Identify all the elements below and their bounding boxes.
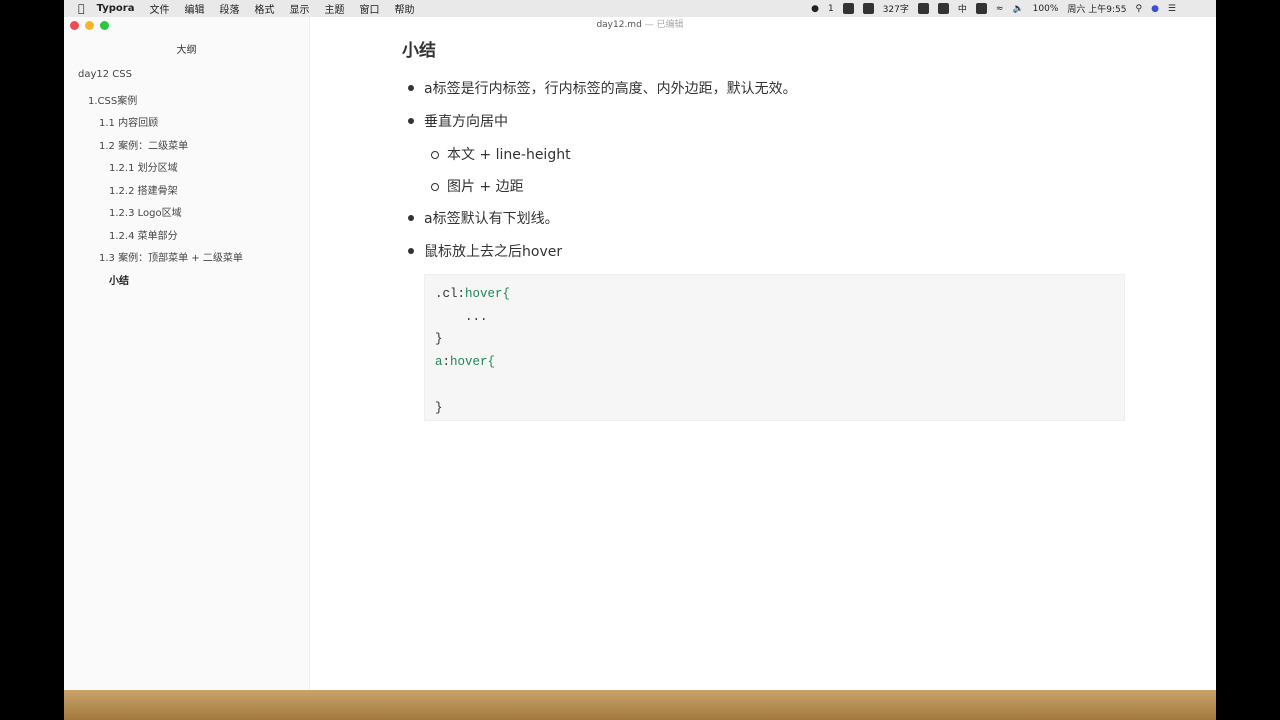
heading: 小结	[402, 41, 436, 61]
menu-file[interactable]: 文件	[149, 1, 169, 16]
menu-paragraph[interactable]: 段落	[219, 1, 239, 16]
outline-item[interactable]: 1.1 内容回顾	[99, 114, 158, 129]
outline-item[interactable]: 1.2.4 菜单部分	[109, 227, 178, 242]
menu-format[interactable]: 格式	[254, 1, 274, 16]
wechat-count: 1	[827, 3, 834, 14]
outline-item[interactable]: day12 CSS	[78, 69, 132, 80]
code-token: ...	[435, 309, 488, 324]
app-icon-2[interactable]	[862, 3, 874, 14]
code-token: }	[435, 400, 443, 415]
code-token: a	[435, 355, 443, 370]
code-token: }	[435, 332, 443, 347]
sub-list-item: 图片 + 边距	[431, 176, 524, 196]
outline-title: 大纲	[176, 45, 197, 56]
code-token: .cl:	[435, 287, 466, 301]
status-area: ● 1 327字 中 ≈ 🔈 100% 周六 上午9:55 ⚲ ● ☰	[811, 0, 1176, 17]
menu-bar:  Typora 文件 编辑 段落 格式 显示 主题 窗口 帮助 ● 1 327…	[64, 0, 1216, 17]
code-token: hover{	[450, 355, 496, 370]
volume-icon[interactable]: 🔈	[1012, 4, 1023, 14]
list-item: a标签是行内标签，行内标签的高度、内外边距，默认无效。	[408, 78, 797, 98]
datetime[interactable]: 周六 上午9:55	[1067, 2, 1126, 15]
zoom-button[interactable]	[100, 21, 109, 30]
apple-icon[interactable]: 	[78, 2, 85, 15]
close-button[interactable]	[70, 21, 79, 30]
outline-item[interactable]: 1.2.3 Logo区域	[109, 204, 182, 219]
editor[interactable]: 小结 a标签是行内标签，行内标签的高度、内外边距，默认无效。 垂直方向居中 本文…	[311, 17, 1216, 690]
wifi-icon[interactable]: ≈	[996, 4, 1004, 14]
outline-item[interactable]: 1.CSS案例	[88, 92, 137, 107]
outline-item[interactable]: 1.3 案例：顶部菜单 + 二级菜单	[99, 249, 243, 264]
menu-edit[interactable]: 编辑	[184, 1, 204, 16]
sub-list-item: 本文 + line-height	[431, 144, 571, 164]
code-block[interactable]: .cl:hover{ ... } a:hover{ }	[424, 274, 1125, 421]
notification-icon[interactable]: ☰	[1168, 4, 1176, 14]
wechat-icon[interactable]: ●	[811, 4, 819, 14]
outline-sidebar: 大纲 day12 CSS 1.CSS案例 1.1 内容回顾 1.2 案例：二级菜…	[64, 17, 310, 690]
list-item: 鼠标放上去之后hover	[407, 241, 562, 261]
outline-item[interactable]: 1.2.2 搭建骨架	[109, 182, 178, 197]
desktop-background	[64, 690, 1216, 720]
outline-item-active[interactable]: 小结	[109, 272, 129, 287]
mic-icon[interactable]	[937, 3, 949, 14]
siri-icon[interactable]: ●	[1151, 4, 1159, 14]
menu-view[interactable]: 显示	[289, 1, 309, 16]
outline-item[interactable]: 1.2.1 划分区域	[109, 159, 178, 174]
menu-theme[interactable]: 主题	[324, 1, 344, 16]
menu-help[interactable]: 帮助	[394, 1, 414, 16]
word-count[interactable]: 327字	[883, 2, 909, 15]
outline-item[interactable]: 1.2 案例：二级菜单	[99, 137, 188, 152]
emoji-icon[interactable]	[917, 3, 929, 14]
spotlight-icon[interactable]: ⚲	[1135, 4, 1142, 14]
menu-app[interactable]: Typora	[97, 3, 135, 14]
sogou-icon[interactable]	[975, 3, 987, 14]
code-token: :	[442, 355, 451, 370]
minimize-button[interactable]	[85, 21, 94, 30]
app-icon[interactable]	[842, 3, 854, 14]
typora-window: 大纲 day12 CSS 1.CSS案例 1.1 内容回顾 1.2 案例：二级菜…	[64, 17, 1216, 690]
list-item: a标签默认有下划线。	[408, 208, 559, 228]
code-token: hover{	[465, 287, 511, 301]
menu-window[interactable]: 窗口	[359, 1, 379, 16]
input-method[interactable]: 中	[958, 2, 967, 15]
list-item: 垂直方向居中	[408, 111, 508, 131]
battery-text[interactable]: 100%	[1033, 4, 1059, 14]
